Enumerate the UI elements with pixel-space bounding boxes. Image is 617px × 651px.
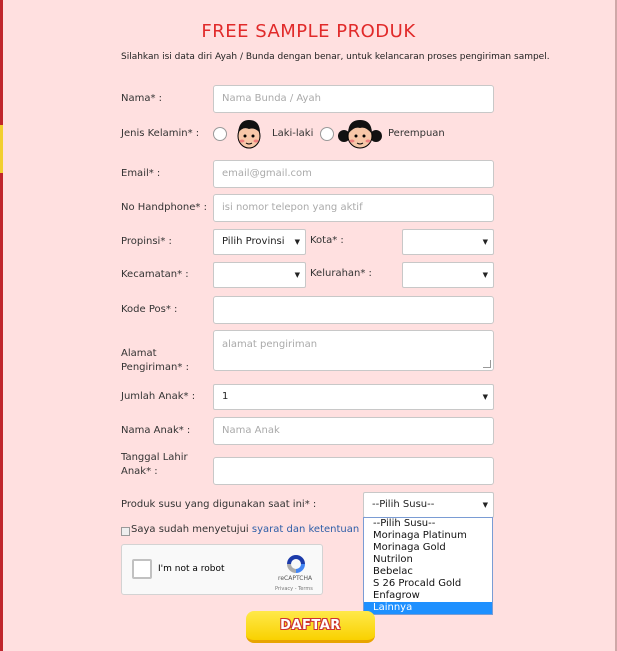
gender-label: Jenis Kelamin* :: [121, 128, 200, 139]
propinsi-value: Pilih Provinsi: [222, 236, 285, 247]
jumlah-anak-label: Jumlah Anak* :: [121, 391, 196, 402]
captcha-checkbox[interactable]: [132, 559, 152, 579]
phone-input[interactable]: isi nomor telepon yang aktif: [213, 194, 494, 222]
produk-option[interactable]: Morinaga Platinum: [364, 530, 492, 542]
email-input[interactable]: email@gmail.com: [213, 160, 494, 188]
produk-select[interactable]: --Pilih Susu-- ▼: [363, 492, 494, 518]
tanggal-lahir-label-line2: Anak* :: [121, 466, 158, 477]
kota-select[interactable]: ▼: [402, 229, 494, 255]
girl-icon: [338, 120, 382, 149]
radio-male[interactable]: [213, 127, 227, 141]
chevron-down-icon: ▼: [482, 393, 488, 401]
alamat-placeholder: alamat pengiriman: [222, 339, 318, 350]
kodepos-label: Kode Pos* :: [121, 304, 178, 315]
chevron-down-icon: ▼: [482, 271, 488, 279]
terms-link[interactable]: syarat dan ketentuan: [252, 524, 359, 535]
produk-option[interactable]: Bebelac: [364, 566, 492, 578]
email-label: Email* :: [121, 168, 161, 179]
produk-option[interactable]: Nutrilon: [364, 554, 492, 566]
produk-dropdown-list[interactable]: --Pilih Susu-- Morinaga Platinum Morinaga …: [363, 517, 493, 615]
alamat-label: Alamat Pengiriman* :: [121, 347, 189, 375]
propinsi-select[interactable]: Pilih Provinsi ▼: [213, 229, 306, 255]
tanggal-lahir-input[interactable]: [213, 457, 494, 485]
agree-text: Saya sudah menyetujui syarat dan ketentu…: [131, 524, 388, 535]
kodepos-input[interactable]: [213, 296, 494, 324]
radio-female[interactable]: [320, 127, 334, 141]
boy-icon: [237, 120, 261, 149]
intro-text: Silahkan isi data diri Ayah / Bunda deng…: [121, 52, 550, 62]
page-title: FREE SAMPLE PRODUK: [201, 21, 416, 42]
alamat-label-line1: Alamat: [121, 348, 157, 359]
produk-option[interactable]: Lainnya: [364, 602, 492, 614]
kelurahan-select[interactable]: ▼: [402, 262, 494, 288]
recaptcha-widget: I'm not a robot reCAPTCHA Privacy - Term…: [121, 544, 323, 595]
captcha-label: I'm not a robot: [158, 564, 225, 574]
chevron-down-icon: ▼: [482, 238, 488, 246]
produk-value: --Pilih Susu--: [372, 499, 435, 510]
nama-anak-label: Nama Anak* :: [121, 425, 191, 436]
side-tab: [0, 125, 3, 173]
kota-label: Kota* :: [310, 235, 344, 246]
produk-option[interactable]: S 26 Procald Gold: [364, 578, 492, 590]
produk-option[interactable]: --Pilih Susu--: [364, 518, 492, 530]
female-label: Perempuan: [388, 128, 445, 139]
produk-label: Produk susu yang digunakan saat ini* :: [121, 499, 317, 510]
daftar-button[interactable]: DAFTAR: [246, 611, 375, 643]
kelurahan-label: Kelurahan* :: [310, 268, 372, 279]
tanggal-lahir-label: Tanggal Lahir Anak* :: [121, 451, 188, 479]
chevron-down-icon: ▼: [482, 501, 488, 509]
produk-option[interactable]: Morinaga Gold: [364, 542, 492, 554]
agree-checkbox[interactable]: [121, 527, 130, 536]
chevron-down-icon: ▼: [294, 271, 300, 279]
captcha-brand: reCAPTCHA: [278, 575, 313, 582]
alamat-textarea[interactable]: alamat pengiriman: [213, 330, 494, 371]
nama-anak-input[interactable]: Nama Anak: [213, 417, 494, 445]
tanggal-lahir-label-line1: Tanggal Lahir: [121, 452, 188, 463]
alamat-label-line2: Pengiriman* :: [121, 362, 189, 373]
left-border: [0, 0, 3, 651]
phone-label: No Handphone* :: [121, 202, 207, 213]
captcha-links[interactable]: Privacy - Terms: [275, 586, 313, 592]
resize-handle-icon[interactable]: [483, 360, 491, 368]
kecamatan-label: Kecamatan* :: [121, 269, 189, 280]
male-label: Laki-laki: [272, 128, 314, 139]
chevron-down-icon: ▼: [294, 238, 300, 246]
nama-label: Nama* :: [121, 93, 163, 104]
jumlah-anak-value: 1: [222, 391, 229, 402]
agree-prefix: Saya sudah menyetujui: [131, 524, 249, 535]
kecamatan-select[interactable]: ▼: [213, 262, 306, 288]
propinsi-label: Propinsi* :: [121, 236, 172, 247]
nama-input[interactable]: Nama Bunda / Ayah: [213, 85, 494, 113]
jumlah-anak-select[interactable]: 1 ▼: [213, 384, 494, 410]
produk-option[interactable]: Enfagrow: [364, 590, 492, 602]
recaptcha-icon: [287, 555, 305, 573]
